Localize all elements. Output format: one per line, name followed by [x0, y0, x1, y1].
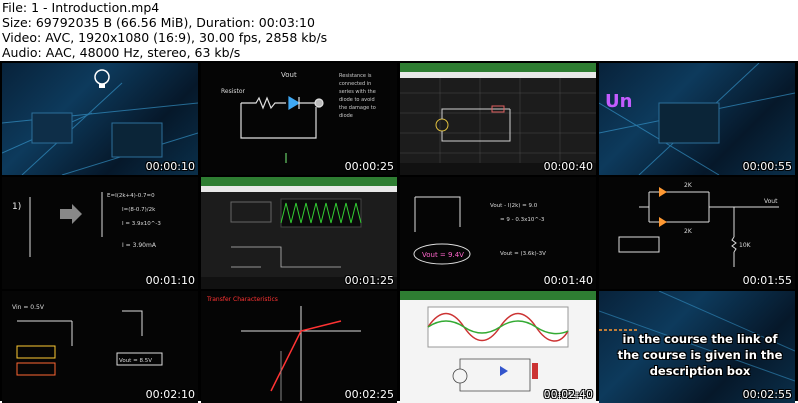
- timestamp: 00:02:25: [344, 388, 394, 401]
- audio-info-line: Audio: AAC, 48000 Hz, stereo, 63 kb/s: [2, 45, 241, 60]
- resistor-2k-bottom: 2K: [684, 228, 693, 235]
- oscilloscope-wave: [201, 198, 397, 289]
- thumbnail-6[interactable]: 00:01:25: [201, 177, 397, 289]
- svg-text:I=(8-0.7)/2k: I=(8-0.7)/2k: [122, 207, 156, 213]
- thumbnail-7[interactable]: Vout - I(2k) = 9.0 = 9 - 0.3x10^-3 Vout …: [400, 177, 596, 289]
- svg-text:series with the: series with the: [339, 89, 376, 95]
- simulator-schematic: [400, 78, 596, 175]
- timestamp: 00:00:55: [742, 160, 792, 173]
- thumbnail-12[interactable]: in the course the link of the course is …: [599, 291, 795, 403]
- file-name-line: File: 1 - Introduction.mp4: [2, 0, 160, 15]
- current-result: I = 3.90mA: [122, 242, 157, 249]
- thumbnail-10[interactable]: Transfer Characteristics 00:02:25: [201, 291, 397, 403]
- timestamp: 00:02:10: [145, 388, 195, 401]
- circuit-board-art: [2, 69, 198, 175]
- svg-text:E=I(2k+4)-0.7=0: E=I(2k+4)-0.7=0: [107, 193, 155, 199]
- thumbnail-5[interactable]: 1) E=I(2k+4)-0.7=0 I=(8-0.7)/2k I = 3.9x…: [2, 177, 198, 289]
- transfer-characteristics-plot: Transfer Characteristics: [206, 296, 361, 401]
- sine-wave-simulation: [427, 306, 569, 392]
- timestamp: 00:00:10: [145, 160, 195, 173]
- vin-label: Vin = 0.5V: [12, 304, 45, 311]
- file-info-header: File: 1 - Introduction.mp4 Size: 6979203…: [2, 0, 602, 60]
- timestamp: 00:00:40: [543, 160, 593, 173]
- svg-text:diode to avoid: diode to avoid: [339, 97, 375, 103]
- resistor-2k-top: 2K: [684, 182, 693, 189]
- svg-text:I = 3.9x10^-3: I = 3.9x10^-3: [122, 221, 161, 227]
- resistor-10k: 10K: [739, 242, 752, 249]
- thumbnail-grid: 00:00:10 Vout Resistor Resistance is con…: [0, 61, 798, 403]
- caption-line-2: the course is given in the: [617, 348, 783, 362]
- intro-letters: Un: [605, 91, 633, 112]
- timestamp: 00:00:25: [344, 160, 394, 173]
- svg-text:the damage to: the damage to: [339, 105, 376, 111]
- timestamp: 00:01:25: [344, 274, 394, 287]
- vout-label: Vout: [764, 198, 778, 205]
- handwritten-calculation: Vout - I(2k) = 9.0 = 9 - 0.3x10^-3 Vout …: [413, 196, 546, 265]
- vout-result: Vout = 8.5V: [119, 358, 152, 364]
- diode-circuit-drawing: Vout Resistor Resistance is connected in…: [221, 71, 376, 163]
- timestamp: 00:02:55: [742, 388, 792, 401]
- vout-label: Vout: [281, 71, 297, 79]
- svg-text:1): 1): [12, 202, 21, 212]
- thumbnail-3[interactable]: 00:00:40: [400, 63, 596, 175]
- svg-text:connected in: connected in: [339, 81, 371, 87]
- svg-text:diode: diode: [339, 113, 353, 119]
- video-info-line: Video: AVC, 1920x1080 (16:9), 30.00 fps,…: [2, 30, 328, 45]
- thumbnail-8[interactable]: 2K 2K 10K Vout 00:01:55: [599, 177, 795, 289]
- svg-text:Resistance is: Resistance is: [339, 73, 372, 79]
- handwritten-calculation: 1) E=I(2k+4)-0.7=0 I=(8-0.7)/2k I = 3.9x…: [12, 192, 161, 257]
- caption-line-1: in the course the link of: [622, 332, 778, 346]
- file-size-line: Size: 69792035 B (66.56 MiB), Duration: …: [2, 15, 315, 30]
- thumbnail-9[interactable]: Vin = 0.5V Vout = 8.5V 00:02:10: [2, 291, 198, 403]
- subtitle-caption: in the course the link of the course is …: [605, 331, 795, 379]
- plot-title: Transfer Characteristics: [206, 296, 278, 303]
- timestamp: 00:01:55: [742, 274, 792, 287]
- timestamp: 00:01:40: [543, 274, 593, 287]
- caption-line-3: description box: [649, 364, 751, 378]
- svg-text:Vout = (3.6k)-3V: Vout = (3.6k)-3V: [500, 251, 546, 257]
- thumbnail-4[interactable]: Un 00:00:55: [599, 63, 795, 175]
- circuit-board-art: [599, 63, 795, 175]
- handwritten-calculation: Vin = 0.5V Vout = 8.5V: [12, 304, 163, 376]
- svg-text:Vout - I(2k) = 9.0: Vout - I(2k) = 9.0: [490, 203, 538, 209]
- resistor-label: Resistor: [221, 88, 246, 95]
- timestamp: 00:02:40: [543, 388, 593, 401]
- timestamp: 00:01:10: [145, 274, 195, 287]
- thumbnail-1[interactable]: 00:00:10: [2, 63, 198, 175]
- thumbnail-2[interactable]: Vout Resistor Resistance is connected in…: [201, 63, 397, 175]
- thumbnail-11[interactable]: 00:02:40: [400, 291, 596, 403]
- svg-text:= 9 - 0.3x10^-3: = 9 - 0.3x10^-3: [500, 217, 545, 223]
- vout-result: Vout = 9.4V: [422, 251, 464, 259]
- dual-diode-circuit: 2K 2K 10K Vout: [618, 182, 779, 267]
